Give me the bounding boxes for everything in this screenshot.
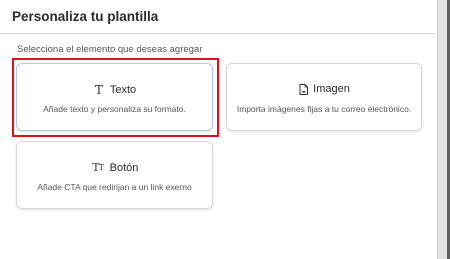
- image-card-description: Importa imágenes fijas a tu correo elect…: [236, 104, 412, 114]
- text-card-title: Texto: [109, 84, 137, 96]
- button-card-title-row: TT Botón: [17, 161, 212, 174]
- text-card-title-row: T Texto: [17, 83, 212, 97]
- button-card-description: Añade CTA que redirijan a un link exerno: [37, 182, 192, 192]
- add-button-card[interactable]: TT Botón Añade CTA que redirijan a un li…: [16, 141, 213, 209]
- add-text-card[interactable]: T Texto Añade texto y personaliza su for…: [16, 63, 213, 131]
- button-card-title: Botón: [109, 161, 139, 174]
- text-card-description: Añade texto y personaliza su formato.: [43, 104, 186, 114]
- image-card-title-row: Imagen: [227, 83, 421, 95]
- page-title: Personaliza tu plantilla: [12, 9, 159, 24]
- template-editor-panel: Personaliza tu plantilla Selecciona el e…: [0, 0, 437, 259]
- text-type-icon: T: [94, 83, 103, 97]
- image-card-title: Imagen: [313, 83, 350, 95]
- button-text-icon: TT: [92, 161, 104, 174]
- panel-header: Personaliza tu plantilla: [0, 0, 437, 34]
- section-subtitle: Selecciona el elemento que deseas agrega…: [17, 44, 203, 55]
- add-image-card[interactable]: Imagen Importa imágenes fijas a tu corre…: [226, 63, 422, 131]
- image-file-icon: [298, 83, 308, 95]
